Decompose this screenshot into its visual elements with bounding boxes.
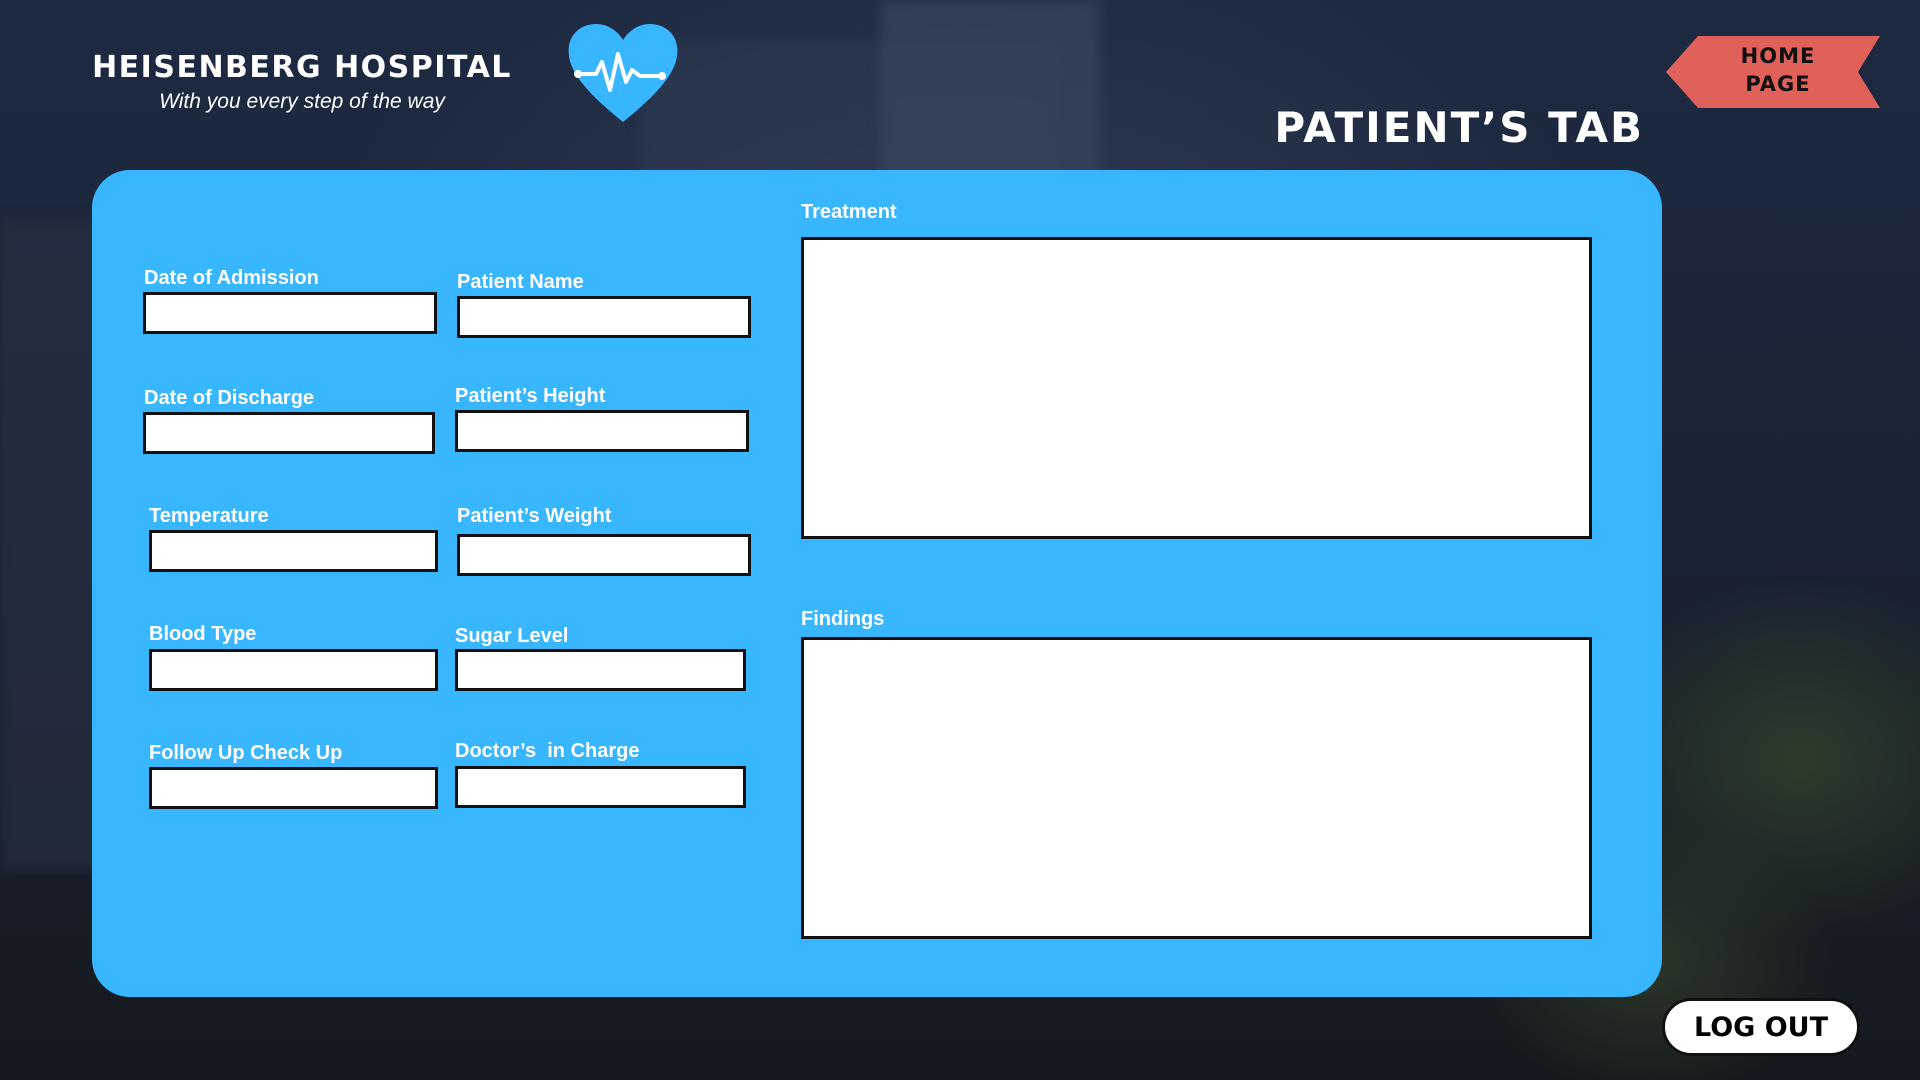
brand-tagline: With you every step of the way — [159, 90, 445, 113]
temperature-input[interactable] — [149, 530, 438, 572]
doctor-in-charge-input[interactable] — [455, 766, 746, 808]
date-of-admission-input[interactable] — [143, 292, 437, 334]
date-of-discharge-label: Date of Discharge — [144, 387, 315, 409]
heart-pulse-icon — [566, 24, 680, 124]
date-of-admission-label: Date of Admission — [144, 267, 319, 289]
page-title: PATIENT’S TAB — [1274, 103, 1644, 152]
findings-label: Findings — [801, 608, 885, 630]
blood-type-input[interactable] — [149, 649, 438, 691]
treatment-textarea[interactable] — [801, 237, 1592, 539]
follow-up-check-up-input[interactable] — [149, 767, 438, 809]
date-of-discharge-input[interactable] — [143, 412, 435, 454]
patient-form-panel: Date of Admission Patient Name Date of D… — [92, 170, 1662, 997]
sugar-level-label: Sugar Level — [455, 625, 569, 647]
patient-weight-label: Patient’s Weight — [457, 505, 612, 527]
temperature-label: Temperature — [149, 505, 269, 527]
brand: HEISENBERG HOSPITAL With you every step … — [57, 48, 547, 114]
logout-button[interactable]: LOG OUT — [1662, 998, 1860, 1056]
patient-name-input[interactable] — [457, 296, 751, 338]
patient-name-label: Patient Name — [457, 271, 584, 293]
home-page-button[interactable]: HOME PAGE — [1666, 36, 1880, 108]
blood-type-label: Blood Type — [149, 623, 257, 645]
treatment-label: Treatment — [801, 201, 897, 223]
patient-weight-input[interactable] — [457, 534, 751, 576]
follow-up-check-up-label: Follow Up Check Up — [149, 742, 343, 764]
doctor-in-charge-label: Doctor’s in Charge — [455, 740, 640, 762]
patient-height-label: Patient’s Height — [455, 385, 606, 407]
findings-textarea[interactable] — [801, 637, 1592, 939]
patient-height-input[interactable] — [455, 410, 749, 452]
home-page-button-label: HOME PAGE — [1740, 44, 1816, 96]
sugar-level-input[interactable] — [455, 649, 746, 691]
brand-name: HEISENBERG HOSPITAL — [92, 50, 512, 85]
